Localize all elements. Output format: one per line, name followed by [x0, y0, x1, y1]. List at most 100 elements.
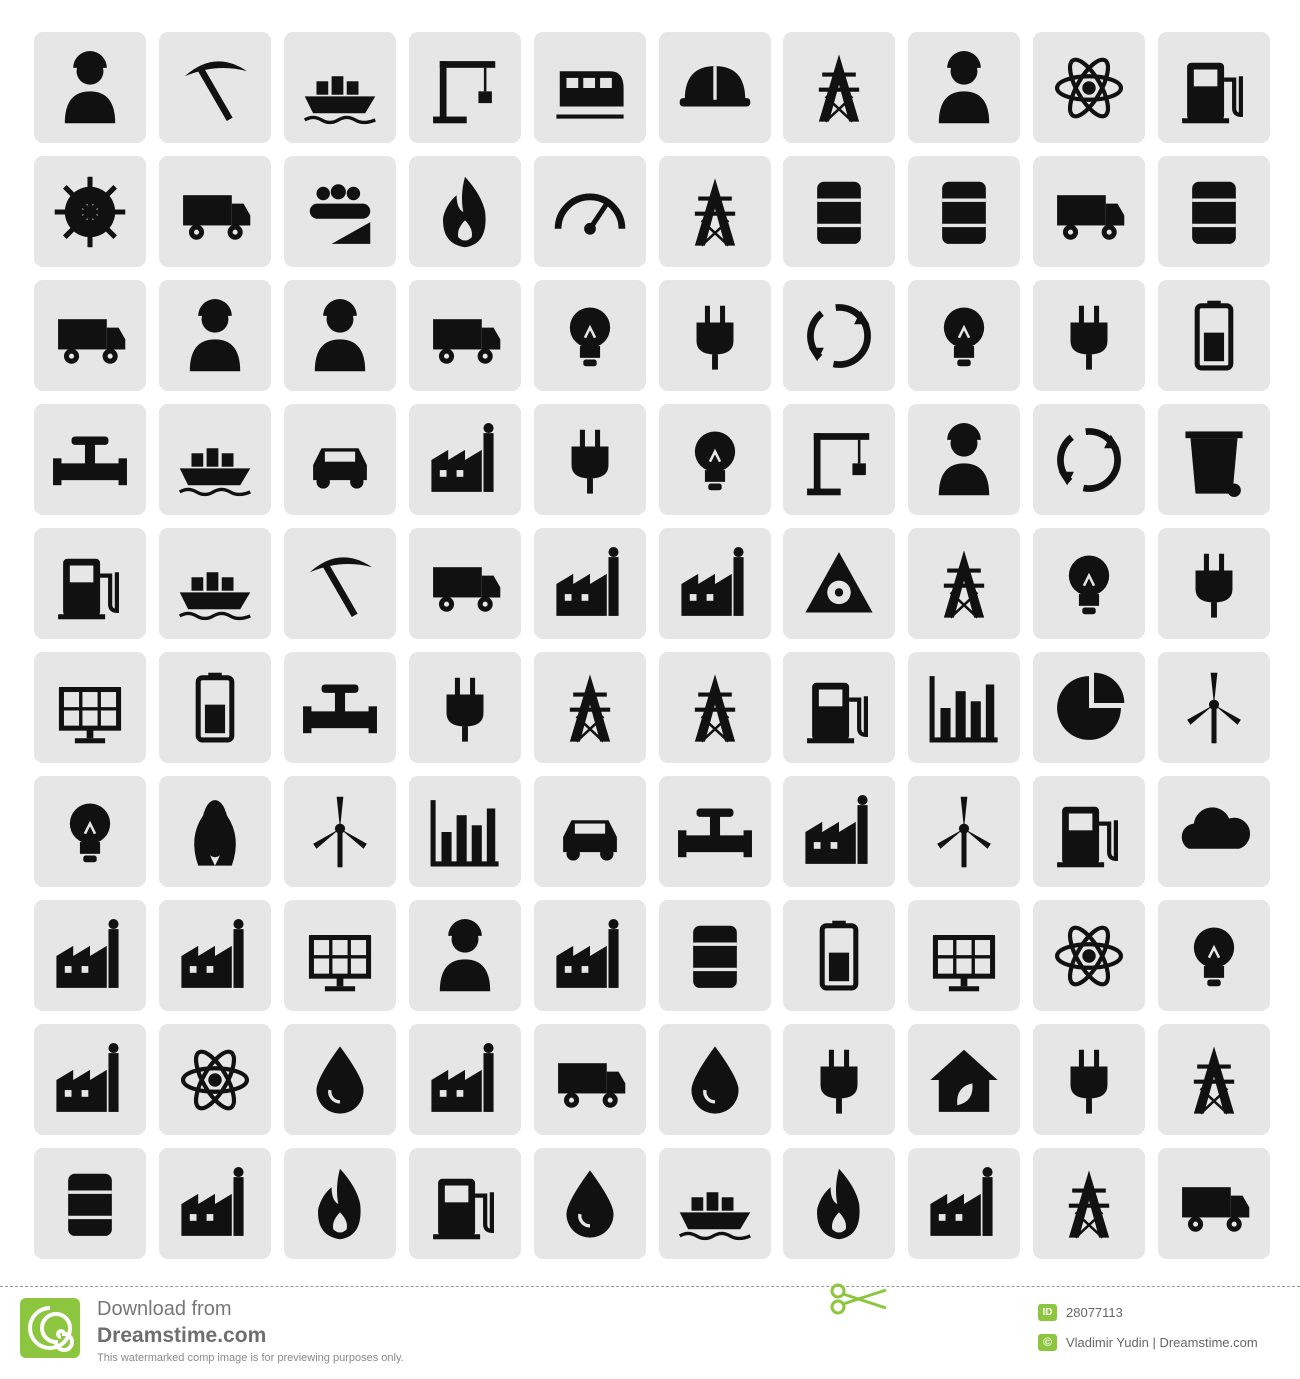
icon-tile[interactable]: [783, 652, 895, 763]
icon-tile[interactable]: [1033, 528, 1145, 639]
icon-tile[interactable]: [534, 1024, 646, 1135]
icon-tile[interactable]: [659, 528, 771, 639]
icon-tile[interactable]: [1158, 32, 1270, 143]
icon-tile[interactable]: [34, 900, 146, 1011]
icon-tile[interactable]: [1033, 280, 1145, 391]
icon-tile[interactable]: [783, 528, 895, 639]
icon-tile[interactable]: [659, 156, 771, 267]
icon-tile[interactable]: [409, 404, 521, 515]
icon-tile[interactable]: [34, 1024, 146, 1135]
icon-tile[interactable]: [284, 280, 396, 391]
icon-tile[interactable]: [908, 1024, 1020, 1135]
icon-tile[interactable]: [1033, 404, 1145, 515]
icon-tile[interactable]: [1158, 528, 1270, 639]
icon-tile[interactable]: [1033, 1148, 1145, 1259]
icon-tile[interactable]: [1033, 32, 1145, 143]
icon-tile[interactable]: [159, 652, 271, 763]
icon-tile[interactable]: [659, 1148, 771, 1259]
icon-tile[interactable]: [908, 156, 1020, 267]
icon-tile[interactable]: [1033, 1024, 1145, 1135]
icon-tile[interactable]: [34, 404, 146, 515]
icon-tile[interactable]: [1158, 652, 1270, 763]
icon-tile[interactable]: [534, 652, 646, 763]
icon-tile[interactable]: [284, 528, 396, 639]
icon-tile[interactable]: [783, 1024, 895, 1135]
icon-tile[interactable]: [908, 900, 1020, 1011]
icon-tile[interactable]: [908, 1148, 1020, 1259]
icon-tile[interactable]: [1158, 900, 1270, 1011]
icon-tile[interactable]: [659, 280, 771, 391]
icon-tile[interactable]: [534, 1148, 646, 1259]
icon-tile[interactable]: [409, 280, 521, 391]
icon-tile[interactable]: [659, 32, 771, 143]
icon-tile[interactable]: [1033, 776, 1145, 887]
icon-tile[interactable]: [659, 776, 771, 887]
icon-tile[interactable]: [284, 32, 396, 143]
icon-tile[interactable]: [783, 156, 895, 267]
icon-tile[interactable]: [534, 156, 646, 267]
icon-tile[interactable]: [534, 528, 646, 639]
icon-tile[interactable]: [34, 652, 146, 763]
icon-tile[interactable]: [783, 32, 895, 143]
icon-tile[interactable]: [1158, 776, 1270, 887]
icon-tile[interactable]: [159, 900, 271, 1011]
icon-tile[interactable]: [1158, 280, 1270, 391]
icon-tile[interactable]: [409, 1148, 521, 1259]
icon-tile[interactable]: [159, 1148, 271, 1259]
icon-tile[interactable]: [908, 32, 1020, 143]
icon-tile[interactable]: [159, 156, 271, 267]
icon-tile[interactable]: [159, 280, 271, 391]
icon-tile[interactable]: [659, 404, 771, 515]
icon-tile[interactable]: [534, 280, 646, 391]
icon-tile[interactable]: [1033, 900, 1145, 1011]
icon-tile[interactable]: [783, 280, 895, 391]
icon-tile[interactable]: [783, 404, 895, 515]
icon-tile[interactable]: [34, 1148, 146, 1259]
icon-tile[interactable]: [908, 652, 1020, 763]
icon-tile[interactable]: [284, 156, 396, 267]
icon-tile[interactable]: [1158, 156, 1270, 267]
icon-tile[interactable]: [159, 776, 271, 887]
icon-tile[interactable]: [908, 280, 1020, 391]
icon-tile[interactable]: [409, 776, 521, 887]
icon-tile[interactable]: [284, 1148, 396, 1259]
icon-tile[interactable]: [284, 404, 396, 515]
icon-tile[interactable]: [534, 900, 646, 1011]
icon-tile[interactable]: [159, 404, 271, 515]
icon-tile[interactable]: [159, 528, 271, 639]
icon-tile[interactable]: [1158, 1148, 1270, 1259]
icon-tile[interactable]: [409, 32, 521, 143]
icon-tile[interactable]: [409, 652, 521, 763]
icon-tile[interactable]: [409, 900, 521, 1011]
icon-tile[interactable]: [159, 32, 271, 143]
icon-tile[interactable]: [34, 776, 146, 887]
icon-tile[interactable]: [908, 528, 1020, 639]
dreamstime-link[interactable]: Dreamstime.com: [97, 1324, 266, 1348]
icon-tile[interactable]: [284, 652, 396, 763]
icon-tile[interactable]: [908, 404, 1020, 515]
icon-tile[interactable]: [534, 404, 646, 515]
icon-tile[interactable]: [34, 32, 146, 143]
icon-tile[interactable]: [284, 1024, 396, 1135]
icon-tile[interactable]: [1033, 652, 1145, 763]
icon-tile[interactable]: [534, 32, 646, 143]
icon-tile[interactable]: [659, 1024, 771, 1135]
icon-tile[interactable]: [1033, 156, 1145, 267]
icon-tile[interactable]: [159, 1024, 271, 1135]
icon-tile[interactable]: [783, 900, 895, 1011]
icon-tile[interactable]: [34, 156, 146, 267]
icon-tile[interactable]: [409, 1024, 521, 1135]
icon-tile[interactable]: [783, 1148, 895, 1259]
icon-tile[interactable]: [1158, 1024, 1270, 1135]
icon-tile[interactable]: [409, 528, 521, 639]
icon-tile[interactable]: [659, 900, 771, 1011]
icon-tile[interactable]: [34, 528, 146, 639]
icon-tile[interactable]: [284, 776, 396, 887]
icon-tile[interactable]: [284, 900, 396, 1011]
icon-tile[interactable]: [409, 156, 521, 267]
icon-tile[interactable]: [1158, 404, 1270, 515]
icon-tile[interactable]: [34, 280, 146, 391]
icon-tile[interactable]: [783, 776, 895, 887]
icon-tile[interactable]: [534, 776, 646, 887]
icon-tile[interactable]: [908, 776, 1020, 887]
